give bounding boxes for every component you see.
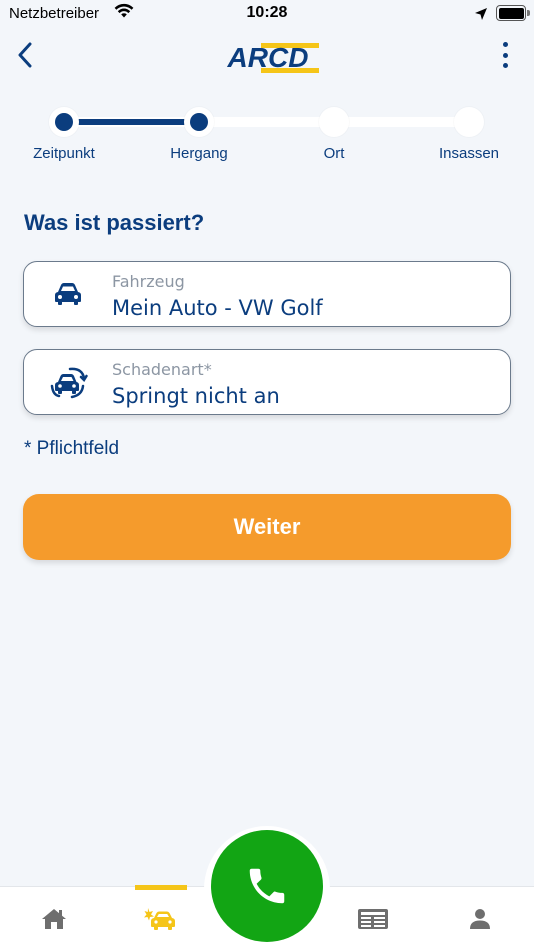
- required-field-note: * Pflichtfeld: [24, 438, 120, 459]
- arcd-logo: ARCD: [213, 40, 323, 76]
- tab-news[interactable]: [343, 887, 403, 950]
- damage-type-field[interactable]: Schadenart* Springt nicht an: [23, 349, 511, 415]
- logo-text: ARCD: [227, 42, 309, 73]
- step-ort[interactable]: Ort: [279, 104, 389, 162]
- clock: 10:28: [246, 4, 288, 21]
- tab-profile[interactable]: [450, 887, 510, 950]
- back-button[interactable]: [10, 38, 40, 72]
- phone-icon: [249, 868, 285, 904]
- damage-type-label: Schadenart*: [112, 360, 212, 379]
- news-icon: [358, 909, 388, 929]
- step-label: Insassen: [438, 145, 500, 162]
- step-dot: [55, 113, 73, 131]
- step-label: Hergang: [170, 145, 228, 162]
- step-label: Ort: [323, 145, 345, 162]
- tab-accident[interactable]: [131, 887, 191, 950]
- dot-icon: [502, 42, 508, 47]
- nav-bar: ARCD: [0, 30, 534, 84]
- dot-icon: [502, 63, 508, 68]
- vehicle-value: Mein Auto - VW Golf: [112, 296, 323, 320]
- tab-home[interactable]: [24, 887, 84, 950]
- dot-icon: [502, 52, 508, 58]
- profile-icon: [470, 909, 490, 929]
- more-options-button[interactable]: [494, 40, 516, 70]
- step-insassen[interactable]: Insassen: [414, 104, 524, 162]
- step-dot: [460, 113, 478, 131]
- step-hergang[interactable]: Hergang: [144, 104, 254, 162]
- vehicle-field[interactable]: Fahrzeug Mein Auto - VW Golf: [23, 261, 511, 327]
- home-icon: [42, 909, 66, 929]
- status-bar: Netzbetreiber 10:28: [0, 0, 534, 30]
- vehicle-label: Fahrzeug: [112, 272, 185, 291]
- emergency-call-button[interactable]: [211, 830, 323, 942]
- battery-icon: [496, 5, 530, 21]
- location-arrow-icon: [474, 6, 488, 25]
- chevron-left-icon: [18, 42, 32, 68]
- progress-stepper: Zeitpunkt Hergang Ort Insassen: [0, 104, 534, 174]
- step-dot: [190, 113, 208, 131]
- step-zeitpunkt[interactable]: Zeitpunkt: [9, 104, 119, 162]
- step-dot: [325, 113, 343, 131]
- damage-type-value: Springt nicht an: [112, 384, 280, 408]
- continue-button[interactable]: Weiter: [23, 494, 511, 560]
- step-label: Zeitpunkt: [33, 145, 95, 162]
- section-heading: Was ist passiert?: [24, 210, 205, 235]
- car-icon: [50, 278, 86, 310]
- car-accident-icon: [144, 908, 175, 930]
- car-breakdown-icon: [50, 366, 88, 399]
